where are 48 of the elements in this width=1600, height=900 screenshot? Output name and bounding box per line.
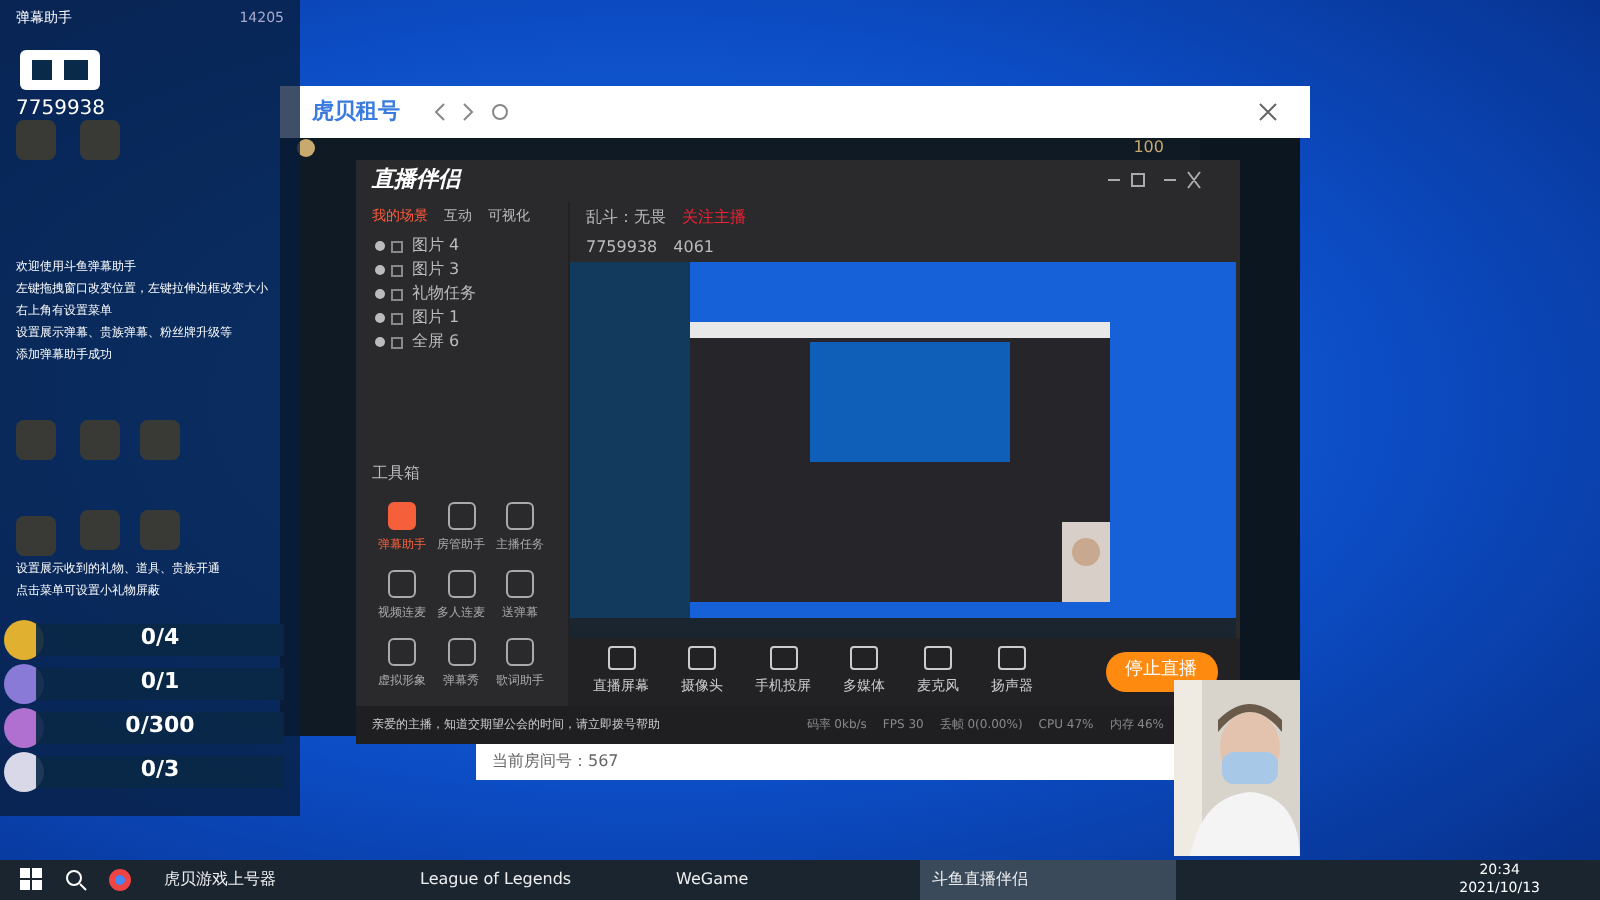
- scene-item[interactable]: 礼物任务: [412, 281, 476, 306]
- tool-icon[interactable]: [387, 637, 416, 666]
- tool-icon[interactable]: [387, 501, 416, 530]
- tool-icon[interactable]: [447, 569, 476, 598]
- tool-icon[interactable]: [506, 569, 535, 598]
- taskbar-app[interactable]: WeGame: [664, 860, 920, 900]
- game-level: 100: [1133, 136, 1164, 160]
- control-icon[interactable]: [688, 646, 716, 671]
- toolbox-title: 工具箱: [372, 461, 422, 486]
- visibility-icon[interactable]: [372, 261, 404, 278]
- gift-count: 0/3: [36, 755, 284, 787]
- control-icon[interactable]: [850, 646, 878, 671]
- visibility-icon[interactable]: [372, 237, 404, 254]
- tool-icon[interactable]: [387, 569, 416, 598]
- room-id: 7759938: [16, 95, 108, 123]
- tool-icon[interactable]: [447, 501, 476, 530]
- control-icon[interactable]: [769, 646, 797, 671]
- taskbar-app[interactable]: 斗鱼直播伴侣: [920, 860, 1176, 900]
- room-bar-text: 当前房间号：567: [492, 750, 619, 774]
- room-number: 7759938: [586, 235, 658, 260]
- gift-count: 0/300: [36, 711, 284, 743]
- viewer-count: 4061: [673, 235, 714, 260]
- visibility-icon[interactable]: [372, 309, 404, 326]
- taskbar-app[interactable]: 虎贝游戏上号器: [152, 860, 408, 900]
- scene-item[interactable]: 图片 4: [412, 233, 460, 258]
- tool-icon[interactable]: [506, 637, 535, 666]
- control-icon[interactable]: [924, 646, 952, 671]
- start-icon[interactable]: [20, 868, 44, 892]
- live-title: 乱斗：无畏: [586, 205, 666, 230]
- visibility-icon[interactable]: [372, 285, 404, 302]
- scene-item[interactable]: 图片 3: [412, 257, 460, 282]
- tool-icon[interactable]: [447, 637, 476, 666]
- gift-count: 0/1: [36, 667, 284, 699]
- tool-icon[interactable]: [506, 501, 535, 530]
- close-icon[interactable]: [1258, 102, 1278, 122]
- search-icon[interactable]: [64, 868, 88, 892]
- scene-item[interactable]: 全屏 6: [412, 329, 460, 354]
- gift-count: 0/4: [36, 623, 284, 655]
- control-icon[interactable]: [998, 646, 1026, 671]
- follow-warning: 关注主播: [682, 205, 746, 230]
- studio-logo: 直播伴侣: [372, 164, 460, 197]
- navigation-icon[interactable]: [432, 102, 512, 122]
- app-title: 虎贝租号: [312, 95, 400, 128]
- taskbar-app[interactable]: League of Legends: [408, 860, 664, 900]
- scene-item[interactable]: 图片 1: [412, 305, 460, 330]
- browser-icon[interactable]: [108, 868, 132, 892]
- visibility-icon[interactable]: [372, 333, 404, 350]
- control-icon[interactable]: [607, 646, 635, 671]
